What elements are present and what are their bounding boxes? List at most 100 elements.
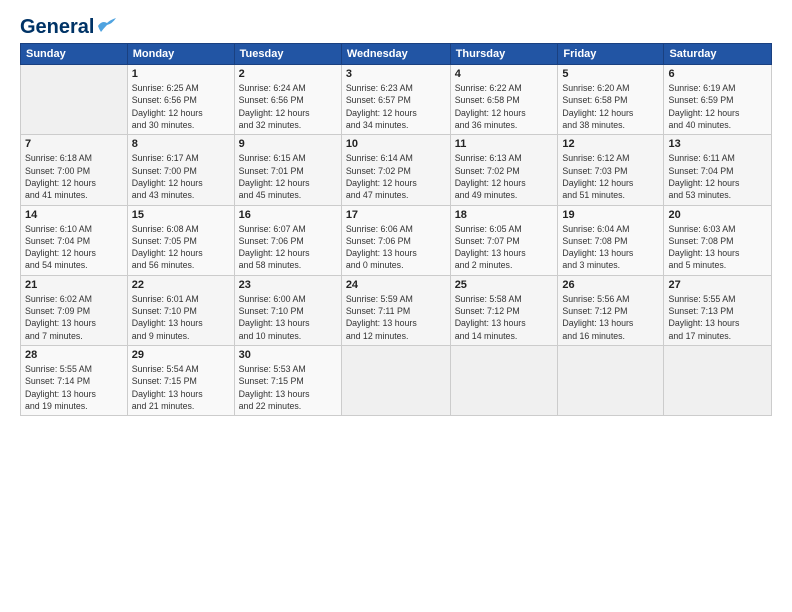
day-info: Sunrise: 6:02 AMSunset: 7:09 PMDaylight:… <box>25 293 123 342</box>
day-number: 3 <box>346 68 446 80</box>
logo: General <box>20 16 118 35</box>
day-cell <box>21 65 128 135</box>
day-number: 4 <box>455 68 554 80</box>
day-info: Sunrise: 5:59 AMSunset: 7:11 PMDaylight:… <box>346 293 446 342</box>
column-header-tuesday: Tuesday <box>234 44 341 65</box>
day-cell: 1 Sunrise: 6:25 AMSunset: 6:56 PMDaylight… <box>127 65 234 135</box>
day-cell: 30 Sunrise: 5:53 AMSunset: 7:15 PMDayligh… <box>234 346 341 416</box>
day-info: Sunrise: 6:24 AMSunset: 6:56 PMDaylight:… <box>239 82 337 131</box>
day-number: 13 <box>668 138 767 150</box>
week-row-1: 1 Sunrise: 6:25 AMSunset: 6:56 PMDaylight… <box>21 65 772 135</box>
day-info: Sunrise: 5:54 AMSunset: 7:15 PMDaylight:… <box>132 363 230 412</box>
day-cell: 27 Sunrise: 5:55 AMSunset: 7:13 PMDayligh… <box>664 275 772 345</box>
day-info: Sunrise: 6:12 AMSunset: 7:03 PMDaylight:… <box>562 152 659 201</box>
day-info: Sunrise: 6:19 AMSunset: 6:59 PMDaylight:… <box>668 82 767 131</box>
calendar-table: SundayMondayTuesdayWednesdayThursdayFrid… <box>20 43 772 416</box>
day-cell: 26Sunrise: 5:56 AMSunset: 7:12 PMDayligh… <box>558 275 664 345</box>
column-header-saturday: Saturday <box>664 44 772 65</box>
day-number: 24 <box>346 279 446 291</box>
page: General SundayMondayTuesdayWednesdayThur… <box>0 0 792 612</box>
day-info: Sunrise: 6:04 AMSunset: 7:08 PMDaylight:… <box>562 223 659 272</box>
day-number: 16 <box>239 209 337 221</box>
day-cell: 4Sunrise: 6:22 AMSunset: 6:58 PMDaylight… <box>450 65 558 135</box>
week-row-3: 14Sunrise: 6:10 AMSunset: 7:04 PMDayligh… <box>21 205 772 275</box>
header: General <box>20 16 772 35</box>
day-info: Sunrise: 5:55 AMSunset: 7:14 PMDaylight:… <box>25 363 123 412</box>
day-cell: 10 Sunrise: 6:14 AMSunset: 7:02 PMDayligh… <box>341 135 450 205</box>
day-cell: 2 Sunrise: 6:24 AMSunset: 6:56 PMDaylight… <box>234 65 341 135</box>
day-number: 26 <box>562 279 659 291</box>
day-cell: 19 Sunrise: 6:04 AMSunset: 7:08 PMDayligh… <box>558 205 664 275</box>
day-info: Sunrise: 6:06 AMSunset: 7:06 PMDaylight:… <box>346 223 446 272</box>
day-info: Sunrise: 6:01 AMSunset: 7:10 PMDaylight:… <box>132 293 230 342</box>
column-header-thursday: Thursday <box>450 44 558 65</box>
day-number: 10 <box>346 138 446 150</box>
calendar-header-row: SundayMondayTuesdayWednesdayThursdayFrid… <box>21 44 772 65</box>
day-number: 1 <box>132 68 230 80</box>
day-number: 19 <box>562 209 659 221</box>
day-number: 18 <box>455 209 554 221</box>
day-cell: 29 Sunrise: 5:54 AMSunset: 7:15 PMDayligh… <box>127 346 234 416</box>
day-cell: 9Sunrise: 6:15 AMSunset: 7:01 PMDaylight… <box>234 135 341 205</box>
day-cell: 20 Sunrise: 6:03 AMSunset: 7:08 PMDayligh… <box>664 205 772 275</box>
day-info: Sunrise: 6:25 AMSunset: 6:56 PMDaylight:… <box>132 82 230 131</box>
day-number: 30 <box>239 349 337 361</box>
day-number: 12 <box>562 138 659 150</box>
day-info: Sunrise: 6:07 AMSunset: 7:06 PMDaylight:… <box>239 223 337 272</box>
logo-bird-icon <box>96 18 118 34</box>
day-cell: 7 Sunrise: 6:18 AMSunset: 7:00 PMDaylight… <box>21 135 128 205</box>
day-info: Sunrise: 6:18 AMSunset: 7:00 PMDaylight:… <box>25 152 123 201</box>
day-number: 2 <box>239 68 337 80</box>
day-info: Sunrise: 5:58 AMSunset: 7:12 PMDaylight:… <box>455 293 554 342</box>
day-cell: 3Sunrise: 6:23 AMSunset: 6:57 PMDaylight… <box>341 65 450 135</box>
day-info: Sunrise: 6:08 AMSunset: 7:05 PMDaylight:… <box>132 223 230 272</box>
day-info: Sunrise: 5:53 AMSunset: 7:15 PMDaylight:… <box>239 363 337 412</box>
day-number: 23 <box>239 279 337 291</box>
day-cell <box>664 346 772 416</box>
week-row-2: 7 Sunrise: 6:18 AMSunset: 7:00 PMDaylight… <box>21 135 772 205</box>
day-number: 27 <box>668 279 767 291</box>
day-number: 7 <box>25 138 123 150</box>
day-cell: 6 Sunrise: 6:19 AMSunset: 6:59 PMDaylight… <box>664 65 772 135</box>
day-info: Sunrise: 6:13 AMSunset: 7:02 PMDaylight:… <box>455 152 554 201</box>
column-header-monday: Monday <box>127 44 234 65</box>
day-info: Sunrise: 6:17 AMSunset: 7:00 PMDaylight:… <box>132 152 230 201</box>
day-cell: 16 Sunrise: 6:07 AMSunset: 7:06 PMDayligh… <box>234 205 341 275</box>
day-info: Sunrise: 6:10 AMSunset: 7:04 PMDaylight:… <box>25 223 123 272</box>
day-cell: 28 Sunrise: 5:55 AMSunset: 7:14 PMDayligh… <box>21 346 128 416</box>
day-info: Sunrise: 6:14 AMSunset: 7:02 PMDaylight:… <box>346 152 446 201</box>
day-info: Sunrise: 6:03 AMSunset: 7:08 PMDaylight:… <box>668 223 767 272</box>
day-number: 21 <box>25 279 123 291</box>
day-info: Sunrise: 6:00 AMSunset: 7:10 PMDaylight:… <box>239 293 337 342</box>
week-row-4: 21 Sunrise: 6:02 AMSunset: 7:09 PMDayligh… <box>21 275 772 345</box>
day-number: 5 <box>562 68 659 80</box>
day-info: Sunrise: 5:55 AMSunset: 7:13 PMDaylight:… <box>668 293 767 342</box>
day-cell <box>450 346 558 416</box>
week-row-5: 28 Sunrise: 5:55 AMSunset: 7:14 PMDayligh… <box>21 346 772 416</box>
day-cell: 25 Sunrise: 5:58 AMSunset: 7:12 PMDayligh… <box>450 275 558 345</box>
day-number: 8 <box>132 138 230 150</box>
day-cell: 12 Sunrise: 6:12 AMSunset: 7:03 PMDayligh… <box>558 135 664 205</box>
day-number: 22 <box>132 279 230 291</box>
day-number: 20 <box>668 209 767 221</box>
day-number: 25 <box>455 279 554 291</box>
day-cell: 13Sunrise: 6:11 AMSunset: 7:04 PMDayligh… <box>664 135 772 205</box>
day-info: Sunrise: 6:20 AMSunset: 6:58 PMDaylight:… <box>562 82 659 131</box>
day-cell <box>558 346 664 416</box>
day-number: 29 <box>132 349 230 361</box>
day-cell: 8 Sunrise: 6:17 AMSunset: 7:00 PMDaylight… <box>127 135 234 205</box>
day-cell: 18 Sunrise: 6:05 AMSunset: 7:07 PMDayligh… <box>450 205 558 275</box>
day-cell: 14Sunrise: 6:10 AMSunset: 7:04 PMDayligh… <box>21 205 128 275</box>
day-number: 9 <box>239 138 337 150</box>
day-info: Sunrise: 6:05 AMSunset: 7:07 PMDaylight:… <box>455 223 554 272</box>
day-number: 6 <box>668 68 767 80</box>
day-number: 15 <box>132 209 230 221</box>
day-number: 11 <box>455 138 554 150</box>
day-cell: 21 Sunrise: 6:02 AMSunset: 7:09 PMDayligh… <box>21 275 128 345</box>
day-number: 17 <box>346 209 446 221</box>
day-cell: 17 Sunrise: 6:06 AMSunset: 7:06 PMDayligh… <box>341 205 450 275</box>
day-cell: 23 Sunrise: 6:00 AMSunset: 7:10 PMDayligh… <box>234 275 341 345</box>
day-cell <box>341 346 450 416</box>
day-number: 28 <box>25 349 123 361</box>
logo-general: General <box>20 16 94 39</box>
